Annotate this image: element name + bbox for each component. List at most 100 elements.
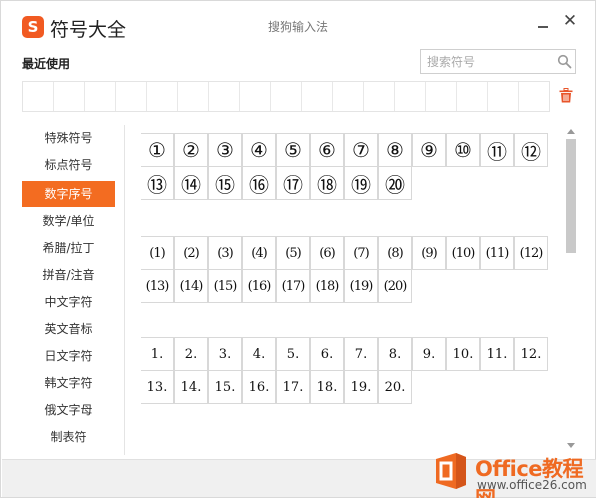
recent-symbol-slot[interactable] bbox=[302, 82, 333, 111]
symbol-cell[interactable]: ⑥ bbox=[310, 133, 344, 167]
recent-symbol-slot[interactable] bbox=[178, 82, 209, 111]
symbol-cell[interactable]: ⑲ bbox=[344, 166, 378, 200]
symbol-cell[interactable]: 17. bbox=[276, 370, 310, 404]
recent-symbol-slot[interactable] bbox=[271, 82, 302, 111]
recent-symbol-slot[interactable] bbox=[395, 82, 426, 111]
symbol-cell[interactable]: (14) bbox=[174, 269, 208, 303]
scroll-down-arrow-icon[interactable] bbox=[566, 442, 576, 450]
recent-symbol-slot[interactable] bbox=[457, 82, 488, 111]
symbol-cell[interactable]: (1) bbox=[141, 236, 174, 270]
symbol-cell[interactable]: 3. bbox=[208, 337, 242, 371]
symbol-cell[interactable]: ⑩ bbox=[446, 133, 480, 167]
symbol-cell[interactable]: (20) bbox=[378, 269, 412, 303]
sidebar-item-8[interactable]: 英文音标 bbox=[22, 316, 115, 342]
title-bar: S 符号大全 搜狗输入法 ✕ bbox=[1, 1, 595, 49]
symbol-cell[interactable]: 5. bbox=[276, 337, 310, 371]
symbol-cell[interactable]: 12. bbox=[514, 337, 548, 371]
symbol-cell[interactable]: ⑤ bbox=[276, 133, 310, 167]
symbol-cell[interactable]: (9) bbox=[412, 236, 446, 270]
symbol-cell[interactable]: ⑮ bbox=[208, 166, 242, 200]
sidebar-item-10[interactable]: 韩文字符 bbox=[22, 370, 115, 396]
sidebar-item-11[interactable]: 俄文字母 bbox=[22, 397, 115, 423]
symbol-cell[interactable]: 4. bbox=[242, 337, 276, 371]
trash-icon[interactable] bbox=[559, 88, 573, 103]
symbol-cell[interactable]: (8) bbox=[378, 236, 412, 270]
symbol-cell[interactable]: (4) bbox=[242, 236, 276, 270]
symbol-cell[interactable]: (19) bbox=[344, 269, 378, 303]
symbol-cell[interactable]: ⑬ bbox=[141, 166, 174, 200]
sidebar-item-6[interactable]: 拼音/注音 bbox=[22, 262, 115, 288]
symbol-cell[interactable]: ⑱ bbox=[310, 166, 344, 200]
symbol-cell[interactable]: (15) bbox=[208, 269, 242, 303]
symbol-cell[interactable]: 11. bbox=[480, 337, 514, 371]
symbol-cell[interactable]: 16. bbox=[242, 370, 276, 404]
symbol-cell[interactable]: (10) bbox=[446, 236, 480, 270]
sidebar-item-5[interactable]: 希腊/拉丁 bbox=[22, 235, 115, 261]
recent-symbol-slot[interactable] bbox=[364, 82, 395, 111]
symbol-cell[interactable]: ⑫ bbox=[514, 133, 548, 167]
recent-symbol-slot[interactable] bbox=[209, 82, 240, 111]
symbol-cell[interactable]: 18. bbox=[310, 370, 344, 404]
symbol-cell[interactable]: ⑰ bbox=[276, 166, 310, 200]
sidebar-item-4[interactable]: 数学/单位 bbox=[22, 208, 115, 234]
symbol-cell[interactable]: (18) bbox=[310, 269, 344, 303]
symbol-cell[interactable]: ③ bbox=[208, 133, 242, 167]
sidebar-item-12[interactable]: 制表符 bbox=[22, 424, 115, 450]
symbol-cell[interactable]: ⑭ bbox=[174, 166, 208, 200]
recent-symbol-slot[interactable] bbox=[116, 82, 147, 111]
sidebar-item-3[interactable]: 数字序号 bbox=[22, 181, 115, 207]
symbol-cell[interactable]: 10. bbox=[446, 337, 480, 371]
close-button[interactable]: ✕ bbox=[562, 13, 578, 30]
symbol-cell[interactable]: 20. bbox=[378, 370, 412, 404]
symbol-cell[interactable]: 9. bbox=[412, 337, 446, 371]
symbol-cell[interactable]: (2) bbox=[174, 236, 208, 270]
symbol-cell[interactable]: ⑧ bbox=[378, 133, 412, 167]
recent-symbol-slot[interactable] bbox=[54, 82, 85, 111]
symbol-cell[interactable]: (6) bbox=[310, 236, 344, 270]
symbol-cell[interactable]: 13. bbox=[141, 370, 174, 404]
sidebar-item-9[interactable]: 日文字符 bbox=[22, 343, 115, 369]
symbol-cell[interactable]: 1. bbox=[141, 337, 174, 371]
symbol-cell[interactable]: ④ bbox=[242, 133, 276, 167]
symbol-cell[interactable]: (3) bbox=[208, 236, 242, 270]
symbol-cell[interactable]: 8. bbox=[378, 337, 412, 371]
search-icon[interactable] bbox=[557, 54, 572, 69]
sidebar-item-2[interactable]: 标点符号 bbox=[22, 152, 115, 178]
symbol-cell[interactable]: 2. bbox=[174, 337, 208, 371]
symbol-cell[interactable]: 15. bbox=[208, 370, 242, 404]
recent-symbol-slot[interactable] bbox=[519, 82, 549, 111]
symbol-cell[interactable]: (12) bbox=[514, 236, 548, 270]
symbol-cell[interactable]: ② bbox=[174, 133, 208, 167]
recent-symbol-slot[interactable] bbox=[147, 82, 178, 111]
recent-symbol-slot[interactable] bbox=[488, 82, 519, 111]
sidebar-item-1[interactable]: 特殊符号 bbox=[22, 125, 115, 151]
search-box[interactable] bbox=[420, 49, 576, 74]
minimize-button[interactable] bbox=[535, 15, 551, 31]
symbol-cell[interactable]: (7) bbox=[344, 236, 378, 270]
symbol-cell[interactable]: (17) bbox=[276, 269, 310, 303]
scroll-up-arrow-icon[interactable] bbox=[566, 127, 576, 135]
symbol-cell[interactable]: 7. bbox=[344, 337, 378, 371]
symbol-cell[interactable]: ⑨ bbox=[412, 133, 446, 167]
symbol-cell[interactable]: ① bbox=[141, 133, 174, 167]
recent-symbol-slot[interactable] bbox=[426, 82, 457, 111]
symbol-cell[interactable]: ⑦ bbox=[344, 133, 378, 167]
dotted-numbers-group: 1. 2. 3. 4. 5. 6. 7. 8. 9. 10. 11. 12. 13. 14. 15. 16. 1… bbox=[141, 337, 549, 404]
recent-symbol-slot[interactable] bbox=[85, 82, 116, 111]
symbol-cell[interactable]: (11) bbox=[480, 236, 514, 270]
search-input[interactable] bbox=[427, 53, 549, 71]
recent-symbol-slot[interactable] bbox=[240, 82, 271, 111]
symbol-cell[interactable]: ⑪ bbox=[480, 133, 514, 167]
sidebar-item-7[interactable]: 中文字符 bbox=[22, 289, 115, 315]
symbol-cell[interactable]: (13) bbox=[141, 269, 174, 303]
symbol-cell[interactable]: ⑳ bbox=[378, 166, 412, 200]
symbol-cell[interactable]: 14. bbox=[174, 370, 208, 404]
symbol-cell[interactable]: 6. bbox=[310, 337, 344, 371]
recent-symbol-slot[interactable] bbox=[23, 82, 54, 111]
recent-symbol-slot[interactable] bbox=[333, 82, 364, 111]
symbol-cell[interactable]: (16) bbox=[242, 269, 276, 303]
symbol-cell[interactable]: 19. bbox=[344, 370, 378, 404]
scrollbar-thumb[interactable] bbox=[566, 139, 576, 253]
symbol-cell[interactable]: ⑯ bbox=[242, 166, 276, 200]
symbol-cell[interactable]: (5) bbox=[276, 236, 310, 270]
